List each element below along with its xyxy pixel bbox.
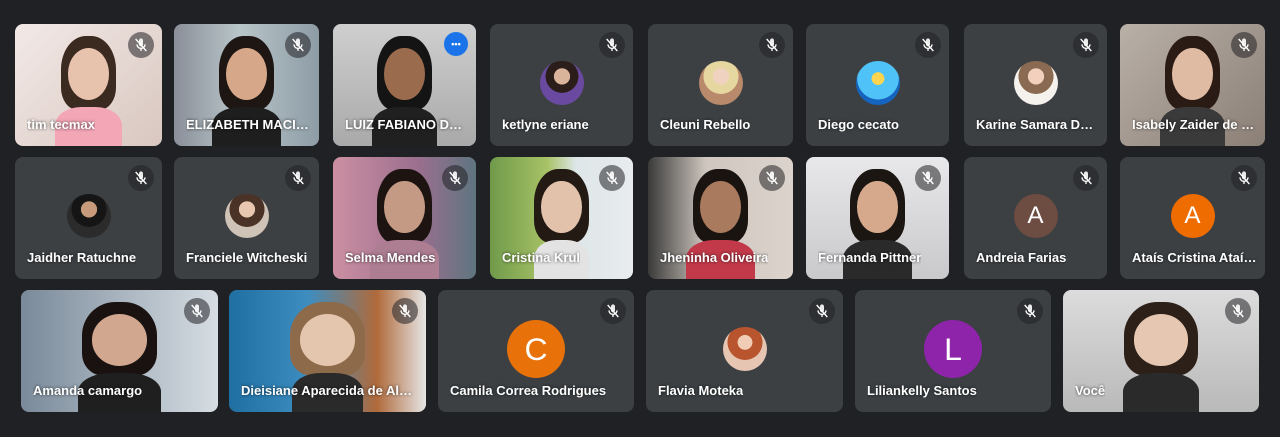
participant-name: tim tecmax (27, 117, 95, 132)
avatar-letter: C (507, 320, 565, 378)
mic-off-icon (1073, 32, 1099, 58)
mic-off-icon (809, 298, 835, 324)
more-options-icon[interactable]: ••• (444, 32, 468, 56)
participant-name: Dieisiane Aparecida de Almeida (241, 383, 418, 398)
participant-name: Liliankelly Santos (867, 383, 977, 398)
participant-name: Selma Mendes (345, 250, 436, 265)
mic-off-icon (599, 165, 625, 191)
participant-tile[interactable]: Dieisiane Aparecida de Almeida (229, 290, 426, 412)
participant-name: Jheninha Oliveira (660, 250, 769, 265)
participant-tile[interactable]: ELIZABETH MACIEL (174, 24, 319, 146)
participant-name: Você (1075, 383, 1106, 398)
participant-name: Flavia Moteka (658, 383, 744, 398)
participant-name: Amanda camargo (33, 383, 143, 398)
participant-tile[interactable]: ••• LUIZ FABIANO DOS SANTOS (333, 24, 476, 146)
participant-tile[interactable]: Diego cecato (806, 24, 949, 146)
participant-tile[interactable]: Jaidher Ratuchne (15, 157, 162, 279)
mic-off-icon (759, 165, 785, 191)
participant-name: Fernanda Pittner (818, 250, 922, 265)
avatar (855, 61, 900, 105)
mic-off-icon (442, 165, 468, 191)
participant-tile[interactable]: Cleuni Rebello (648, 24, 793, 146)
participant-tile[interactable]: A Andreia Farias (964, 157, 1107, 279)
participant-name: Camila Correa Rodrigues (450, 383, 607, 398)
participant-tile[interactable]: Jheninha Oliveira (648, 157, 793, 279)
participant-name: LUIZ FABIANO DOS SANTOS (345, 117, 468, 132)
mic-off-icon (600, 298, 626, 324)
avatar (722, 327, 767, 371)
avatar-letter: A (1013, 194, 1058, 238)
participant-name: ELIZABETH MACIEL (186, 117, 311, 132)
participant-name: ketlyne eriane (502, 117, 589, 132)
participant-tile[interactable]: tim tecmax (15, 24, 162, 146)
participant-tile[interactable]: Franciele Witcheski (174, 157, 319, 279)
mic-off-icon (392, 298, 418, 324)
participant-tile[interactable]: Fernanda Pittner (806, 157, 949, 279)
mic-off-icon (285, 32, 311, 58)
avatar (1013, 61, 1058, 105)
participant-name: Cristina Krul (502, 250, 581, 265)
avatar (698, 61, 743, 105)
avatar (539, 61, 584, 105)
participant-tile[interactable]: ketlyne eriane (490, 24, 633, 146)
mic-off-icon (915, 32, 941, 58)
participant-name: Jaidher Ratuchne (27, 250, 137, 265)
participant-tile[interactable]: C Camila Correa Rodrigues (438, 290, 634, 412)
avatar-letter: A (1170, 194, 1215, 238)
participant-name: Cleuni Rebello (660, 117, 751, 132)
participant-name: Diego cecato (818, 117, 899, 132)
mic-off-icon (1017, 298, 1043, 324)
participant-tile[interactable]: Você (1063, 290, 1259, 412)
mic-off-icon (599, 32, 625, 58)
participant-name: Karine Samara De Oliveira (976, 117, 1099, 132)
participant-name: Andreia Farias (976, 250, 1067, 265)
mic-off-icon (1073, 165, 1099, 191)
participant-tile[interactable]: Karine Samara De Oliveira (964, 24, 1107, 146)
participant-tile[interactable]: Amanda camargo (21, 290, 218, 412)
mic-off-icon (128, 165, 154, 191)
participant-name: Ataís Cristina Ataíde (1132, 250, 1257, 265)
mic-off-icon (759, 32, 785, 58)
participant-tile[interactable]: Isabely Zaider de Souza (1120, 24, 1265, 146)
mic-off-icon (1231, 32, 1257, 58)
participant-tile[interactable]: Cristina Krul (490, 157, 633, 279)
avatar (224, 194, 269, 238)
avatar-letter: L (924, 320, 982, 378)
participant-tile[interactable]: L Liliankelly Santos (855, 290, 1051, 412)
participant-name: Isabely Zaider de Souza (1132, 117, 1257, 132)
mic-off-icon (1231, 165, 1257, 191)
mic-off-icon (1225, 298, 1251, 324)
mic-off-icon (184, 298, 210, 324)
mic-off-icon (128, 32, 154, 58)
participant-tile[interactable]: Selma Mendes (333, 157, 476, 279)
participant-tile[interactable]: A Ataís Cristina Ataíde (1120, 157, 1265, 279)
mic-off-icon (285, 165, 311, 191)
mic-off-icon (915, 165, 941, 191)
participant-name: Franciele Witcheski (186, 250, 308, 265)
participant-tile[interactable]: Flavia Moteka (646, 290, 843, 412)
avatar (66, 194, 111, 238)
